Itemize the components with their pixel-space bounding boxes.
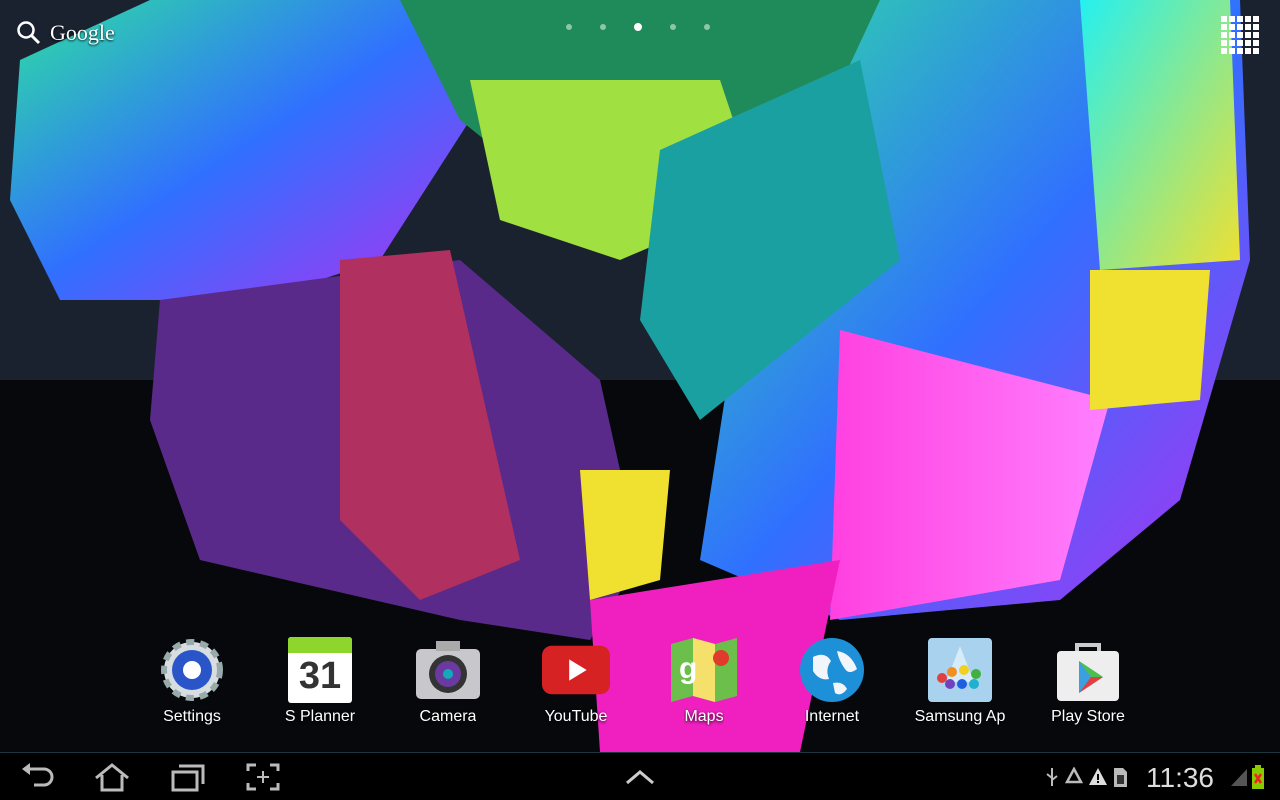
recycle-icon [1064, 767, 1084, 784]
app-maps[interactable]: g Maps [640, 636, 768, 726]
globe-icon [798, 636, 866, 704]
camera-icon [414, 636, 482, 704]
home-icon [95, 763, 129, 792]
app-drawer-up-button[interactable] [624, 761, 656, 793]
app-play-store[interactable]: Play Store [1024, 636, 1152, 726]
svg-text:g: g [679, 652, 697, 685]
page-dot[interactable] [600, 24, 606, 30]
app-camera[interactable]: Camera [384, 636, 512, 726]
calendar-icon: 31 [286, 636, 354, 704]
page-dot[interactable] [704, 24, 710, 30]
app-samsung-apps[interactable]: Samsung Ap [896, 636, 1024, 726]
signal-battery[interactable] [1230, 761, 1264, 793]
back-button[interactable] [20, 761, 56, 793]
play-store-icon [1054, 636, 1122, 704]
system-navigation-bar: 11:36 [0, 752, 1280, 800]
sd-card-icon [1114, 768, 1127, 787]
search-icon [17, 21, 41, 45]
recent-apps-icon [171, 764, 205, 792]
clock[interactable]: 11:36 [1146, 762, 1214, 794]
screenshot-button[interactable] [246, 761, 280, 793]
page-dot[interactable] [566, 24, 572, 30]
youtube-icon [542, 636, 610, 704]
google-search[interactable]: Google [16, 20, 115, 46]
home-button[interactable] [92, 761, 132, 793]
battery-icon [1252, 765, 1264, 789]
back-icon [22, 763, 54, 787]
gear-icon [158, 636, 226, 704]
app-dock: Settings 31 S Planner Camera YouTube g M… [128, 636, 1152, 726]
warning-icon [1089, 768, 1107, 785]
search-label: Google [50, 20, 115, 45]
screen-capture-icon [246, 763, 280, 791]
app-s-planner[interactable]: 31 S Planner [256, 636, 384, 726]
maps-icon: g [670, 636, 738, 704]
usb-icon [1046, 768, 1058, 786]
apps-grid-button[interactable] [1221, 16, 1259, 54]
app-settings[interactable]: Settings [128, 636, 256, 726]
status-icons[interactable] [1044, 761, 1128, 793]
signal-icon [1231, 769, 1247, 786]
page-dot[interactable] [670, 24, 676, 30]
app-internet[interactable]: Internet [768, 636, 896, 726]
page-dot-current[interactable] [634, 23, 642, 31]
samsung-apps-icon [926, 636, 994, 704]
app-youtube[interactable]: YouTube [512, 636, 640, 726]
page-indicator [566, 23, 710, 31]
recent-apps-button[interactable] [170, 761, 206, 793]
chevron-up-icon [626, 770, 654, 785]
